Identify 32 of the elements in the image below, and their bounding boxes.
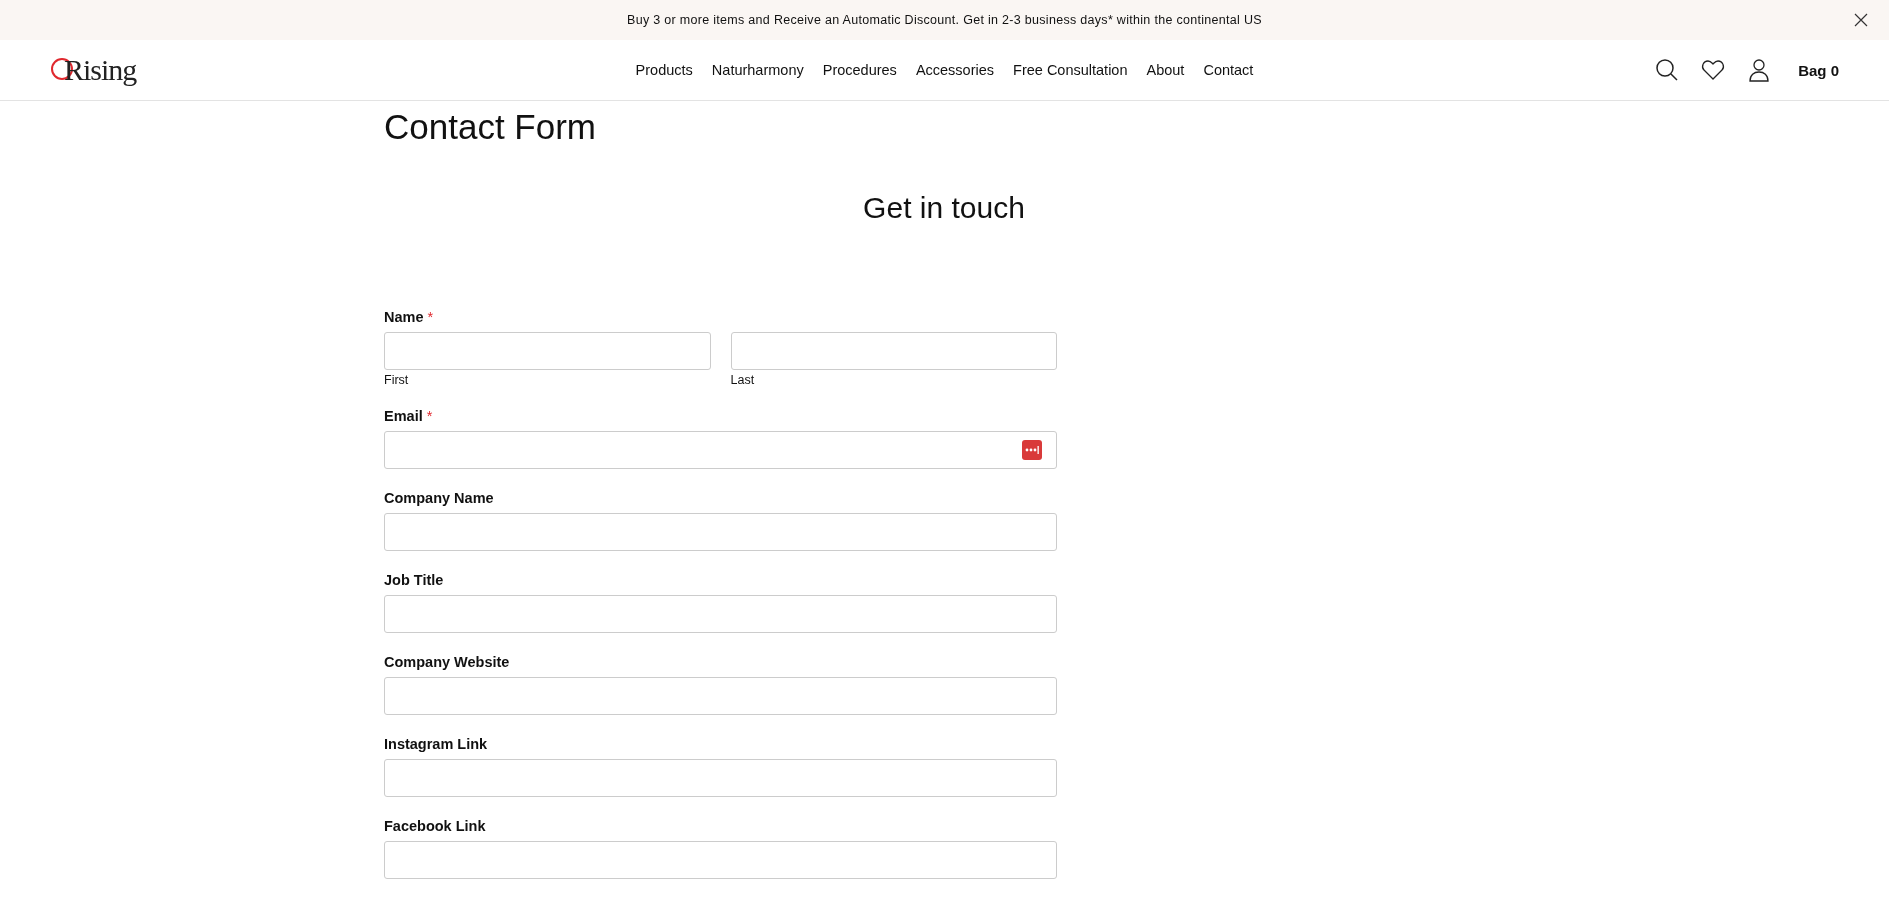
input-field[interactable] [384,841,1057,879]
input-field[interactable] [730,332,1057,370]
required-asterisk: * [427,309,434,325]
field-label: Facebook Link [384,818,487,834]
nav-link[interactable]: Procedures [813,62,907,78]
nav-link[interactable]: Naturharmony [702,62,814,78]
required-asterisk: * [426,408,433,424]
close-icon[interactable] [1853,12,1869,28]
field-label: Company Website [384,654,511,670]
nav-link[interactable]: Free Consultation [1003,62,1137,78]
field-label: Name * [384,309,435,325]
form-heading: Get in touch [862,191,1026,225]
field-hint: First [384,373,410,387]
email-field[interactable] [384,431,1057,469]
bag-link[interactable]: Bag 0 [1798,61,1839,79]
announcement-text: Buy 3 or more items and Receive an Automatic Discount. Get in 2-3 business days* within the continental US [627,13,1262,27]
nav-link[interactable]: Contact [1193,62,1263,78]
input-field[interactable] [384,513,1057,551]
nav-link[interactable]: Accessories [906,62,1004,78]
input-field[interactable] [384,677,1057,715]
input-field[interactable] [384,595,1057,633]
page-title: Contact Form [384,107,597,147]
nav-link[interactable]: About [1137,62,1194,78]
field-label: Instagram Link [384,736,489,752]
nav-link[interactable]: Products [626,62,703,78]
field-label: Job Title [384,572,445,588]
input-field[interactable] [384,759,1057,797]
field-label: Email * [384,408,434,424]
field-label: Company Name [384,490,495,506]
password-manager-icon[interactable] [1022,440,1042,460]
input-field[interactable] [384,332,711,370]
field-hint: Last [730,373,756,387]
